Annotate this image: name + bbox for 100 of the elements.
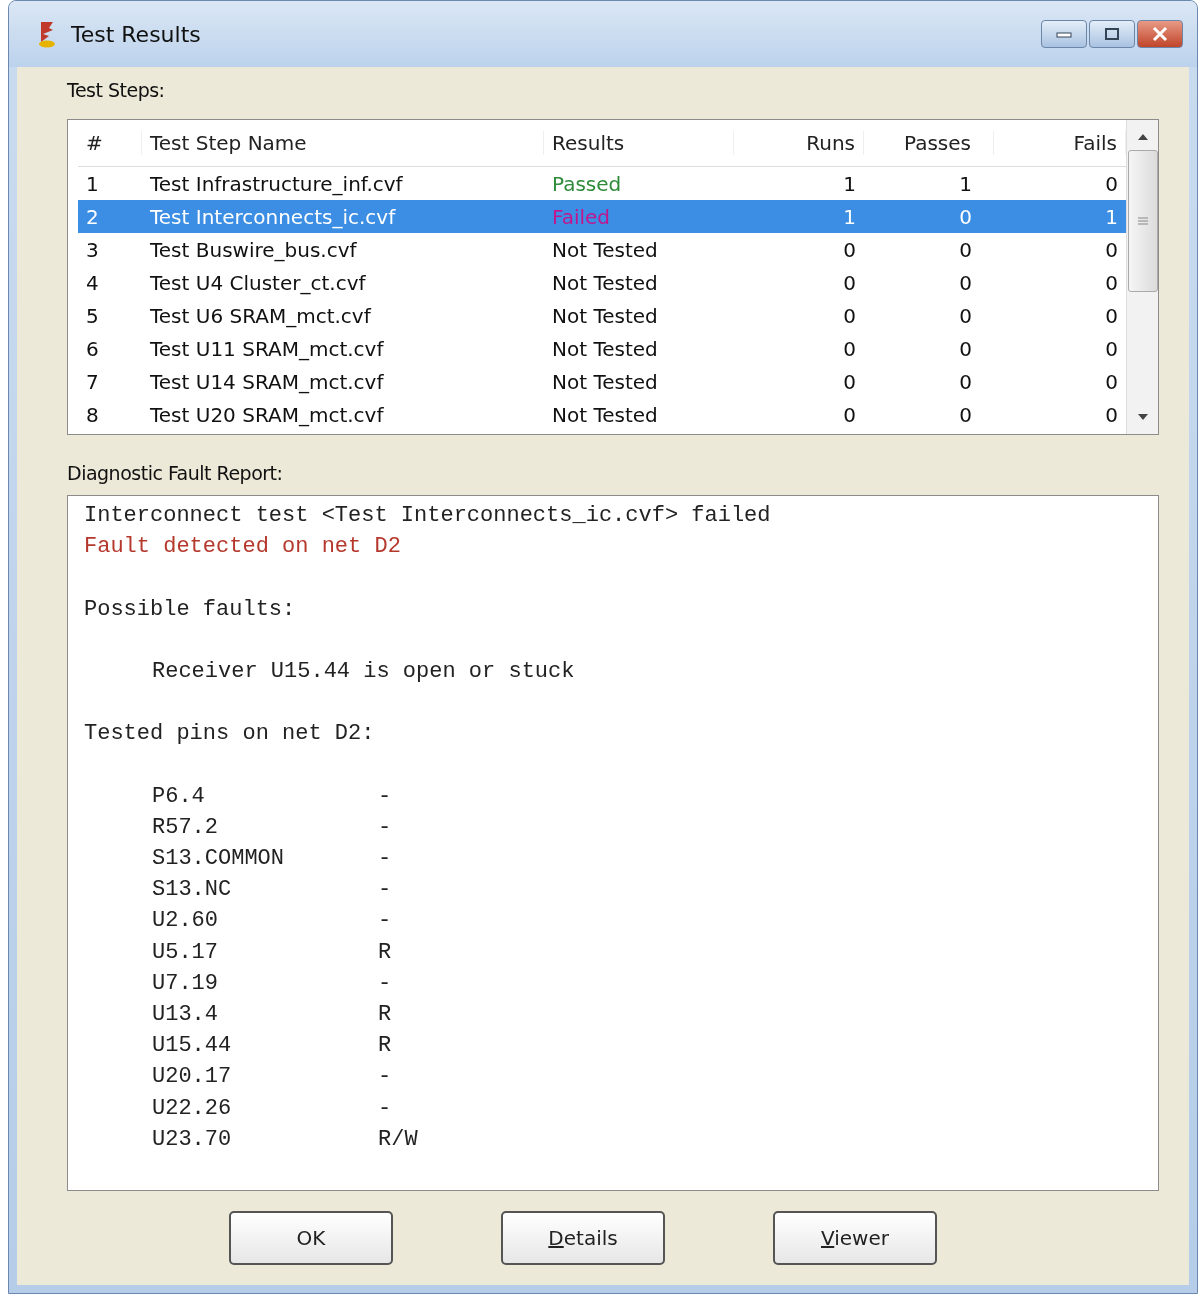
pin-status-text: - xyxy=(378,1063,392,1092)
report-line: Interconnect test <Test Interconnects_ic.cvf> failed xyxy=(84,502,772,530)
table-cell-text: 4 xyxy=(85,270,100,295)
pin-name: U13.4 xyxy=(152,1001,219,1029)
section-label: Test Steps: xyxy=(67,79,166,103)
table-row[interactable]: 7 Test U14 SRAM_mct.cvf Not Tested 0 0 0 xyxy=(78,365,1126,398)
table-cell-text: 0 xyxy=(1104,402,1119,427)
table-cell-text: Not Tested xyxy=(551,270,659,295)
table-cell-text: 0 xyxy=(1104,303,1119,328)
table-cell-text: 0 xyxy=(842,270,857,295)
table-cell-text: 0 xyxy=(842,237,857,262)
table-cell-text: 7 xyxy=(85,369,100,394)
table-cell-text: 8 xyxy=(85,402,100,427)
pin-name: U23.70 xyxy=(152,1125,233,1154)
table-cell-text: 5 xyxy=(85,303,100,328)
table-cell-text: 0 xyxy=(958,369,973,394)
pin-status-text: R xyxy=(378,1032,392,1061)
maximize-icon xyxy=(1102,27,1122,41)
pin-name: U5.17 xyxy=(152,938,219,967)
grip-icon xyxy=(1137,217,1148,225)
pin-name: P6.4 xyxy=(152,782,206,811)
report-line: Possible faults: xyxy=(84,595,297,624)
table-cell-text: 0 xyxy=(1104,369,1119,394)
table-cell-text: 1 xyxy=(1104,204,1119,229)
table-cell-text: Not Tested xyxy=(551,402,659,427)
table-cell-text: Test Interconnects_ic.cvf xyxy=(149,204,397,229)
pin-name: S13.COMMON xyxy=(152,845,286,874)
pin-name: R57.2 xyxy=(152,813,219,842)
pin-name: U2.60 xyxy=(152,907,219,936)
report-line: Fault detected on net D2 xyxy=(84,533,402,562)
window-title: Test Results xyxy=(71,21,202,47)
table-cell-text: 0 xyxy=(842,336,857,361)
pin-status-text: - xyxy=(378,813,392,842)
scroll-bar[interactable] xyxy=(1126,120,1158,434)
column-header[interactable]: # xyxy=(78,131,142,155)
table-row[interactable]: 6 Test U11 SRAM_mct.cvf Not Tested 0 0 0 xyxy=(78,332,1126,365)
pin-status-text: - xyxy=(378,845,392,874)
pin-name: U20.17 xyxy=(152,1063,233,1092)
table-cell-text: 1 xyxy=(842,171,857,196)
table-cell-text: Test U20 SRAM_mct.cvf xyxy=(149,402,385,427)
column-header[interactable]: Passes xyxy=(864,131,994,155)
table-cell-text: Not Tested xyxy=(551,303,659,328)
pin-name: U22.26 xyxy=(152,1094,233,1123)
pin-name: U7.19 xyxy=(152,969,219,998)
pin-name: S13.NC xyxy=(152,876,233,905)
pin-status-text: R xyxy=(378,938,392,967)
table-cell-text: 2 xyxy=(85,204,100,229)
pin-status-text: - xyxy=(378,969,392,998)
table-cell-text: 0 xyxy=(958,270,973,295)
dialog-button[interactable]: OK xyxy=(229,1211,393,1265)
table-row[interactable]: 5 Test U6 SRAM_mct.cvf Not Tested 0 0 0 xyxy=(78,299,1126,332)
table-cell-text: 0 xyxy=(958,303,973,328)
report-line: Receiver U15.44 is open or stuck xyxy=(151,657,576,686)
column-header[interactable]: Results xyxy=(544,131,734,155)
pin-status-text: - xyxy=(378,1094,392,1123)
table-row[interactable]: 8 Test U20 SRAM_mct.cvf Not Tested 0 0 0 xyxy=(78,398,1126,431)
table-cell-text: 3 xyxy=(85,237,100,262)
scroll-thumb[interactable] xyxy=(1127,150,1158,292)
pin-status-text: - xyxy=(378,876,392,905)
maximize-button[interactable] xyxy=(1089,20,1135,48)
table-cell-text: 0 xyxy=(958,402,973,427)
table-cell-text: 0 xyxy=(1104,270,1119,295)
table-row[interactable]: 4 Test U4 Cluster_ct.cvf Not Tested 0 0 0 xyxy=(78,266,1126,299)
pin-status-text: R/W xyxy=(378,1125,418,1154)
up-arrow-icon xyxy=(1137,134,1148,140)
section-label: Diagnostic Fault Report: xyxy=(67,461,284,486)
table-row[interactable]: 1 Test Infrastructure_inf.cvf Passed 1 1 0 xyxy=(78,167,1126,200)
close-icon xyxy=(1150,26,1170,42)
table-row[interactable]: 3 Test Buswire_bus.cvf Not Tested 0 0 0 xyxy=(78,233,1126,266)
column-header[interactable]: Runs xyxy=(734,131,864,155)
table-cell-text: Test U14 SRAM_mct.cvf xyxy=(149,369,385,394)
table-cell-text: 0 xyxy=(1104,171,1119,196)
down-arrow-icon xyxy=(1137,414,1148,420)
pin-status-text: - xyxy=(378,782,392,811)
table-cell-text: Passed xyxy=(551,171,623,196)
table-cell-text: Test U4 Cluster_ct.cvf xyxy=(149,270,367,295)
table-cell-text: 1 xyxy=(842,204,857,229)
table-cell-text: 0 xyxy=(958,336,973,361)
table-cell-text: 0 xyxy=(842,303,857,328)
table-cell-text: Test Buswire_bus.cvf xyxy=(149,237,358,262)
table-cell-text: 0 xyxy=(842,402,857,427)
pin-status-text: - xyxy=(378,907,392,936)
dialog-button[interactable]: Viewer xyxy=(773,1211,937,1265)
table-cell-text: 0 xyxy=(958,237,973,262)
table-cell-text: Test U11 SRAM_mct.cvf xyxy=(149,336,385,361)
table-cell-text: Test Infrastructure_inf.cvf xyxy=(149,171,404,196)
table-cell-text: 0 xyxy=(1104,336,1119,361)
column-header[interactable]: Test Step Name xyxy=(142,131,544,155)
report-line: Tested pins on net D2: xyxy=(84,720,376,749)
table-cell-text: 1 xyxy=(85,171,100,196)
table-cell-text: 0 xyxy=(958,204,973,229)
table-cell-text: 0 xyxy=(1104,237,1119,262)
table-cell-text: Not Tested xyxy=(551,369,659,394)
table-cell-text: 0 xyxy=(842,369,857,394)
pin-status-text: R xyxy=(378,1001,392,1029)
dialog-button[interactable]: Details xyxy=(501,1211,665,1265)
pin-name: U15.44 xyxy=(152,1032,233,1061)
table-cell-text: Test U6 SRAM_mct.cvf xyxy=(149,303,373,328)
table-cell-text: Not Tested xyxy=(551,237,659,262)
close-button[interactable] xyxy=(1137,20,1183,48)
